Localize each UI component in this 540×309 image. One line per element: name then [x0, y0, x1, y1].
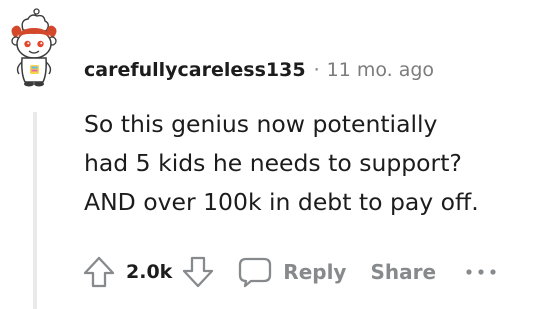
share-button[interactable]: Share [370, 260, 436, 284]
more-options-button[interactable] [464, 267, 498, 277]
upvote-arrow-icon [83, 256, 115, 288]
speech-bubble-icon [239, 257, 272, 288]
meta-separator: · [313, 59, 320, 81]
ellipsis-icon [466, 269, 496, 275]
downvote-arrow-icon [183, 256, 214, 288]
snoo-avatar-icon [11, 8, 57, 87]
comment-body: So this genius now potentially had 5 kid… [84, 105, 524, 222]
vote-count: 2.0k [126, 261, 173, 283]
comment-body-line: So this genius now potentially [84, 110, 438, 138]
comment-actions: 2.0k Reply Share [82, 251, 498, 293]
comment-body-line: had 5 kids he needs to support? [84, 149, 462, 177]
upvote-button[interactable] [82, 255, 116, 289]
downvote-button[interactable] [181, 255, 215, 289]
comment-body-line: AND over 100k in debt to pay off. [84, 188, 479, 216]
thread-line[interactable] [33, 112, 37, 309]
comment-meta: carefullycareless135 · 11 mo. ago [84, 58, 434, 82]
reply-label: Reply [283, 260, 347, 284]
reply-button[interactable]: Reply [237, 255, 346, 289]
username[interactable]: carefullycareless135 [84, 59, 306, 81]
avatar[interactable] [6, 8, 62, 92]
timestamp[interactable]: 11 mo. ago [327, 59, 434, 81]
